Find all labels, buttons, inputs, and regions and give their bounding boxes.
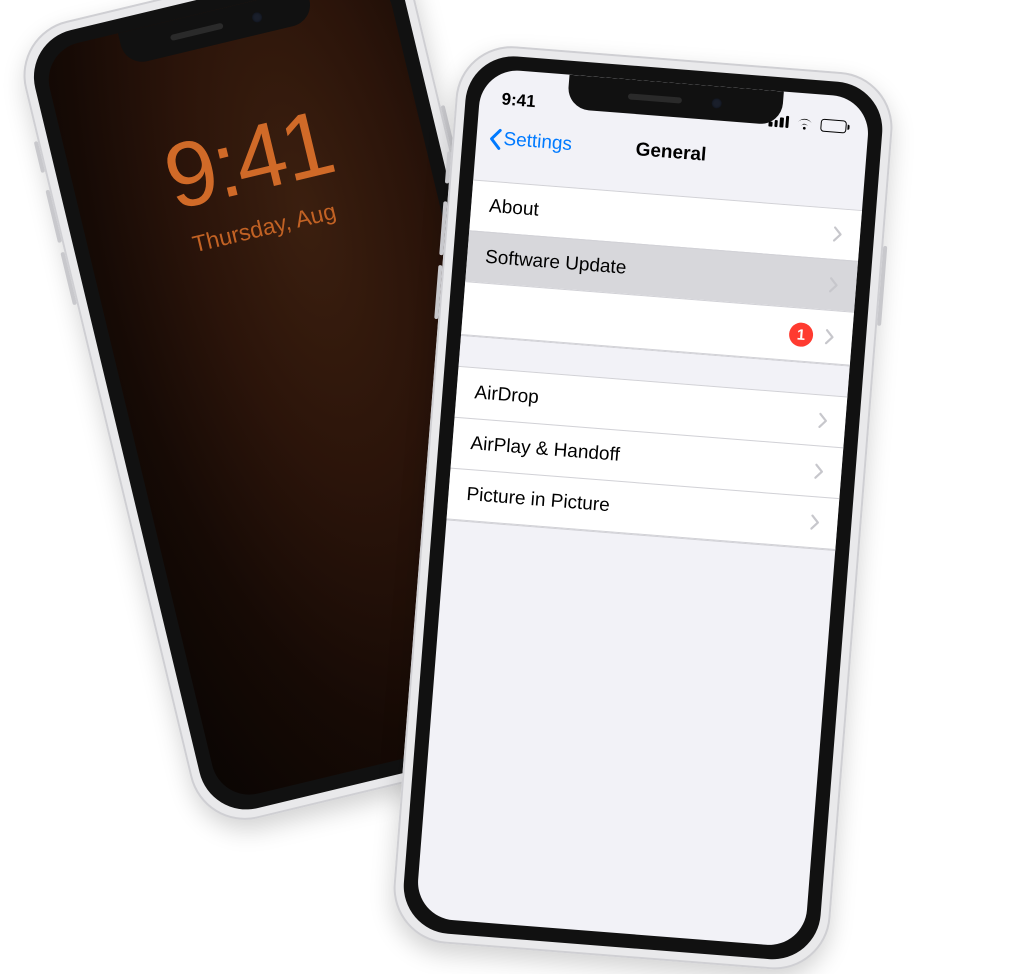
row-pip-label: Picture in Picture bbox=[466, 484, 611, 517]
row-airdrop-label: AirDrop bbox=[474, 382, 540, 409]
notch bbox=[118, 0, 314, 66]
side-button bbox=[877, 246, 887, 326]
back-button[interactable]: Settings bbox=[488, 128, 573, 156]
notification-badge: 1 bbox=[788, 322, 814, 348]
row-software-update-label: Software Update bbox=[484, 247, 627, 280]
row-about-label: About bbox=[488, 196, 539, 222]
volume-up-button bbox=[45, 190, 61, 243]
chevron-right-icon bbox=[832, 226, 842, 243]
front-camera bbox=[251, 11, 263, 23]
row-airplay-handoff-label: AirPlay & Handoff bbox=[470, 433, 621, 467]
wifi-icon bbox=[795, 116, 814, 130]
status-time: 9:41 bbox=[501, 89, 536, 112]
chevron-left-icon bbox=[488, 128, 503, 151]
chevron-right-icon bbox=[824, 329, 834, 346]
cellular-signal-icon bbox=[768, 114, 789, 128]
settings-general-screen: 9:41 bbox=[415, 68, 871, 948]
battery-icon bbox=[820, 118, 847, 133]
volume-down-button bbox=[60, 252, 76, 305]
chevron-right-icon bbox=[818, 412, 828, 429]
chevron-right-icon bbox=[814, 463, 824, 480]
back-label: Settings bbox=[503, 129, 573, 156]
earpiece-speaker bbox=[170, 23, 224, 41]
chevron-right-icon bbox=[810, 514, 820, 531]
mute-switch bbox=[34, 141, 45, 173]
chevron-right-icon bbox=[828, 277, 838, 294]
iphone-settings-device: 9:41 bbox=[389, 42, 896, 974]
